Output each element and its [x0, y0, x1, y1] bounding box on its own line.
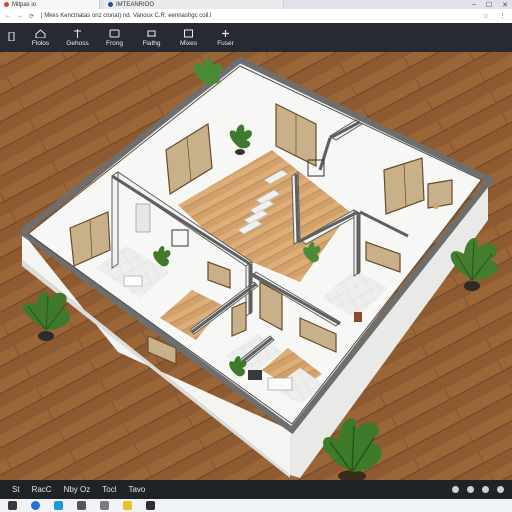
sink — [267, 377, 293, 391]
status-item[interactable]: Tocl — [102, 485, 116, 494]
url-field[interactable]: | Mkes Kenctnatas onz clonat) nd. Vanoux… — [41, 13, 211, 19]
toolbar-fuser-button[interactable]: Fuser — [207, 23, 244, 52]
back-icon[interactable]: ← — [5, 13, 11, 20]
status-item[interactable]: St — [12, 485, 20, 494]
toolbar-label: Fuser — [217, 39, 234, 47]
tab-title: IMTEANRIOO — [116, 1, 155, 8]
tab-favicon-icon — [4, 2, 9, 7]
browser-tab-active[interactable]: IMTEANRIOO — [104, 0, 284, 9]
lamp — [313, 211, 319, 217]
plus-icon — [222, 29, 229, 37]
reload-icon[interactable]: ⟳ — [29, 13, 34, 20]
minimize-icon[interactable]: – — [472, 1, 476, 8]
mail-icon[interactable] — [54, 501, 63, 510]
star-icon[interactable]: ☆ — [483, 12, 489, 20]
toolbar-label: Mixes — [180, 39, 197, 47]
window-controls: – ☐ ✕ — [472, 0, 508, 9]
toolbar-phone-button[interactable] — [0, 23, 22, 52]
terminal-icon[interactable] — [146, 501, 155, 510]
sconce — [433, 203, 439, 209]
app-toolbar: Flolos Gehoss Frong Flathg Mixes Fuser — [0, 23, 512, 52]
forward-icon[interactable]: → — [17, 13, 23, 20]
door-icon — [109, 29, 120, 37]
nav-buttons: ← → ⟳ — [0, 13, 39, 20]
address-actions: ☆ ⋮ — [483, 12, 512, 20]
window — [427, 179, 453, 209]
toolbar-label: Frong — [106, 39, 123, 47]
tab-title: Mitpas io — [12, 1, 37, 8]
phone-icon — [8, 32, 14, 41]
toolbar-flathg-button[interactable]: Flathg — [133, 23, 170, 52]
toolbar-frong-button[interactable]: Frong — [96, 23, 133, 52]
address-bar: ← → ⟳ | Mkes Kenctnatas onz clonat) nd. … — [0, 9, 512, 24]
menu-icon[interactable]: ⋮ — [499, 12, 506, 20]
os-taskbar — [0, 499, 512, 512]
status-bar: St RacC Nby Oz Tocl Tavo — [0, 480, 512, 499]
pin-icon — [74, 28, 81, 38]
settings-icon[interactable] — [452, 486, 459, 493]
system-tray — [452, 486, 512, 493]
window — [231, 301, 247, 337]
toolbar-mixes-button[interactable]: Mixes — [170, 23, 207, 52]
toolbar-label: Flathg — [142, 39, 161, 47]
browser-tab[interactable]: Mitpas io — [0, 0, 100, 9]
network-icon[interactable] — [467, 486, 474, 493]
folder-icon[interactable] — [123, 501, 132, 510]
toolbar-gehoss-button[interactable]: Gehoss — [59, 23, 96, 52]
home-icon — [35, 28, 46, 38]
close-icon[interactable]: ✕ — [502, 1, 508, 9]
toolbar-label: Flolos — [31, 39, 50, 47]
app-icon[interactable] — [100, 501, 109, 510]
furniture-icon — [147, 30, 156, 36]
browser-tab-strip: Mitpas io IMTEANRIOO – ☐ ✕ — [0, 0, 512, 9]
bench — [248, 370, 262, 380]
browser-icon[interactable] — [31, 501, 40, 510]
floorplan-3d-view[interactable] — [0, 52, 512, 480]
status-item[interactable]: Nby Oz — [64, 485, 91, 494]
app-icon[interactable] — [77, 501, 86, 510]
floorplan-canvas[interactable] — [0, 52, 512, 480]
notification-icon[interactable] — [497, 486, 504, 493]
toolbar-label: Gehoss — [66, 39, 89, 47]
start-icon[interactable] — [8, 501, 17, 510]
stool — [354, 312, 362, 322]
status-item[interactable]: Tavo — [128, 485, 145, 494]
bathroom-vanity — [135, 203, 151, 233]
status-item[interactable]: RacC — [32, 485, 52, 494]
window-icon — [184, 29, 193, 37]
toolbar-floors-button[interactable]: Flolos — [22, 23, 59, 52]
tab-favicon-icon — [108, 2, 113, 7]
maximize-icon[interactable]: ☐ — [486, 1, 492, 9]
bathroom-fixture — [123, 275, 143, 287]
volume-icon[interactable] — [482, 486, 489, 493]
